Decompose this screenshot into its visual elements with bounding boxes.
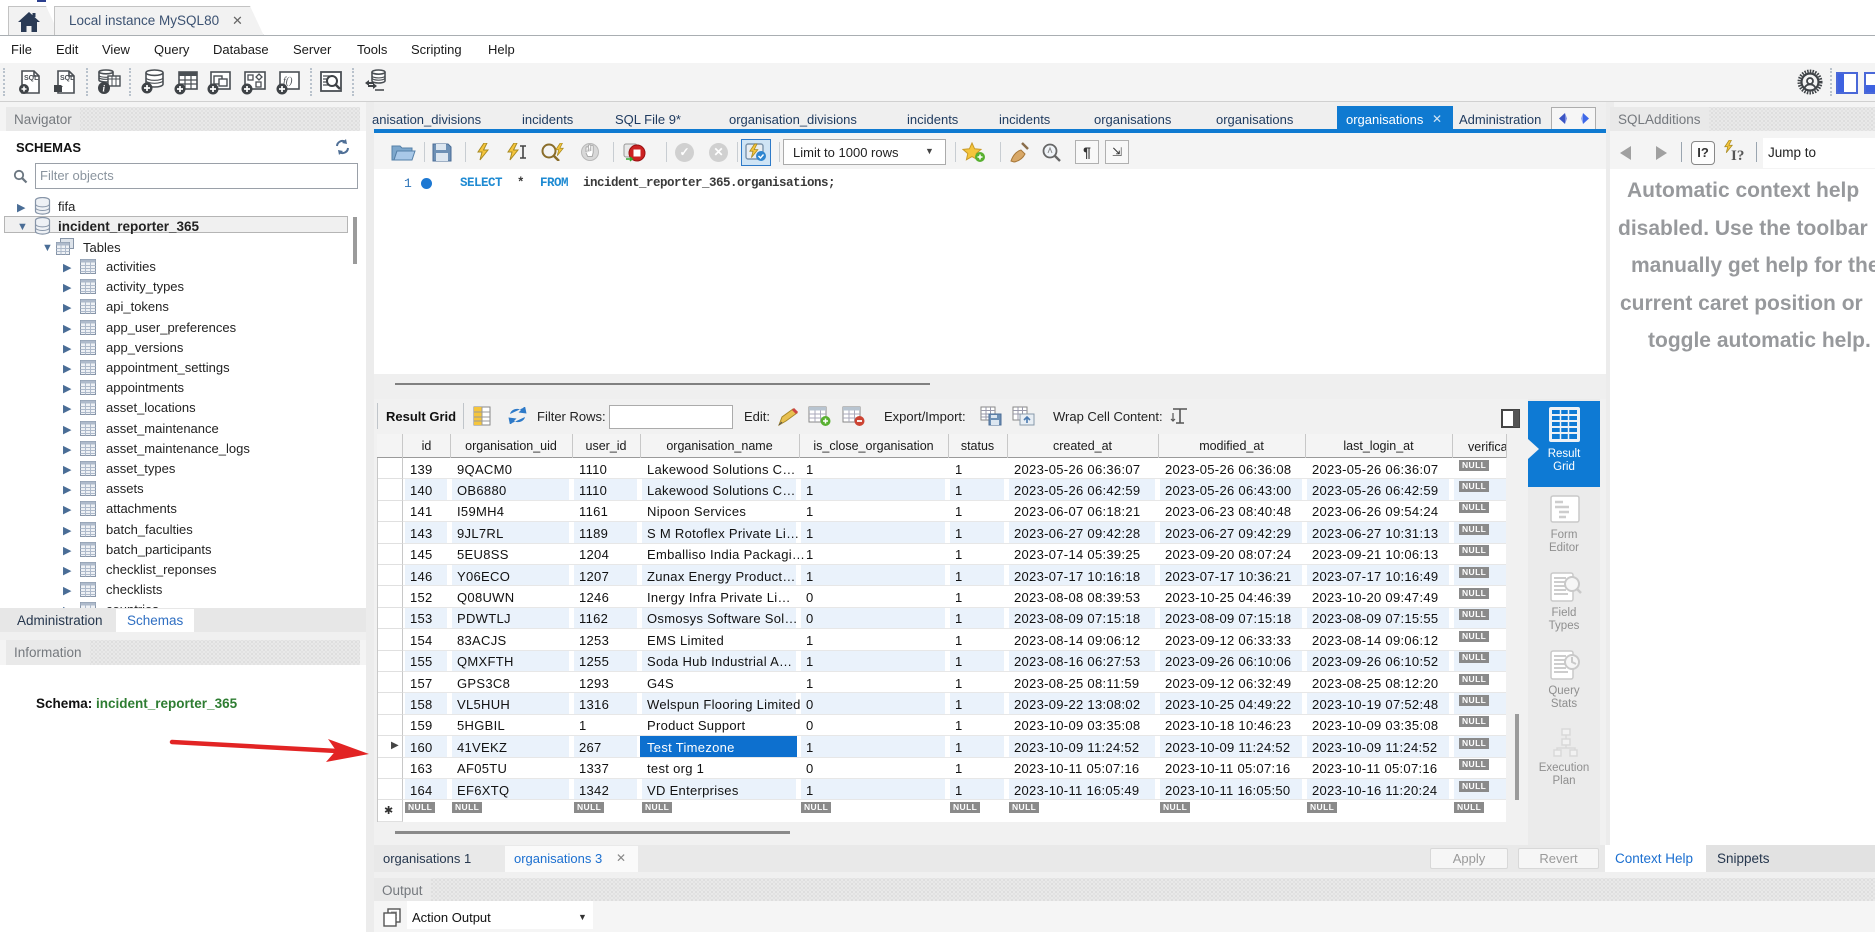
svg-text:I?: I? (1731, 148, 1744, 164)
svg-text:SQL: SQL (60, 75, 75, 82)
svg-text:SQL: SQL (24, 75, 39, 82)
